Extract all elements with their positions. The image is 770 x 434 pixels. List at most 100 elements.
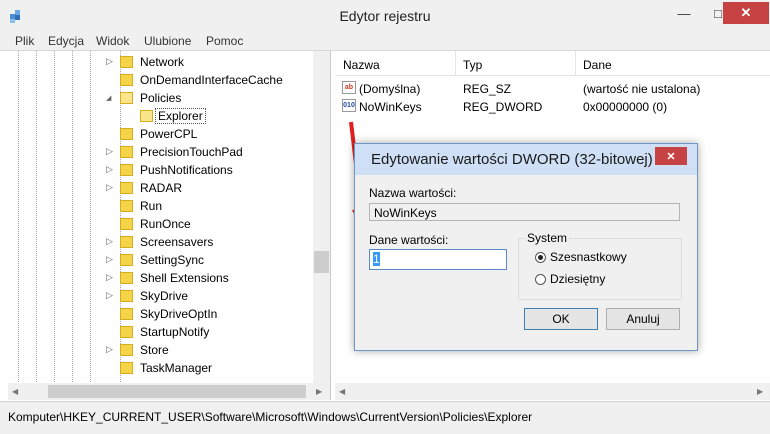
tree-item-ondemandinterfacecache[interactable]: OnDemandInterfaceCache xyxy=(8,71,314,89)
scroll-right-arrow-icon[interactable]: ▶ xyxy=(757,387,763,396)
column-header-data[interactable]: Dane xyxy=(583,58,612,72)
tree-item-label: OnDemandInterfaceCache xyxy=(140,73,283,87)
menu-file[interactable]: Plik xyxy=(15,34,34,48)
scrollbar-thumb[interactable] xyxy=(314,251,329,273)
folder-icon xyxy=(120,182,133,194)
tree-item-label: Network xyxy=(140,55,185,69)
folder-icon xyxy=(120,56,133,68)
folder-icon xyxy=(120,326,133,338)
decimal-radio[interactable] xyxy=(535,274,546,285)
tree-item-settingsync[interactable]: ▷ SettingSync xyxy=(8,251,314,269)
tree-item-policies[interactable]: ◢ Policies xyxy=(8,89,314,107)
folder-icon xyxy=(120,146,133,158)
expand-arrow-icon[interactable]: ▷ xyxy=(106,236,113,247)
hexadecimal-radio[interactable] xyxy=(535,252,546,263)
tree-item-skydrive[interactable]: ▷ SkyDrive xyxy=(8,287,314,305)
tree-item-label: RunOnce xyxy=(140,217,191,231)
menu-view[interactable]: Widok xyxy=(96,34,129,48)
tree-item-run[interactable]: Run xyxy=(8,197,314,215)
system-group-label: System xyxy=(525,231,570,245)
menu-favorites[interactable]: Ulubione xyxy=(144,34,191,48)
tree-item-label: SettingSync xyxy=(140,253,205,267)
scroll-left-arrow-icon[interactable]: ◀ xyxy=(12,387,18,396)
collapse-arrow-icon[interactable]: ◢ xyxy=(106,94,111,102)
tree-item-label: PowerCPL xyxy=(140,127,198,141)
folder-icon xyxy=(120,362,133,374)
tree-item-runonce[interactable]: RunOnce xyxy=(8,215,314,233)
value-data: (wartość nie ustalona) xyxy=(583,82,701,96)
tree-item-startupnotify[interactable]: StartupNotify xyxy=(8,323,314,341)
value-type: REG_SZ xyxy=(463,82,512,96)
menu-edit[interactable]: Edycja xyxy=(48,34,84,48)
column-divider[interactable] xyxy=(455,51,456,75)
status-bar: Komputer\HKEY_CURRENT_USER\Software\Micr… xyxy=(0,401,770,434)
column-header-name[interactable]: Nazwa xyxy=(343,58,380,72)
value-name: NoWinKeys xyxy=(359,100,422,114)
edit-dword-dialog: Edytowanie wartości DWORD (32-bitowej) ✕… xyxy=(354,143,698,351)
expand-arrow-icon[interactable]: ▷ xyxy=(106,290,113,301)
value-name: (Domyślna) xyxy=(359,82,421,96)
close-button[interactable]: ✕ xyxy=(723,2,769,24)
folder-icon xyxy=(120,272,133,284)
hexadecimal-label[interactable]: Szesnastkowy xyxy=(550,250,627,264)
tree-item-label: PushNotifications xyxy=(140,163,233,177)
ok-button[interactable]: OK xyxy=(524,308,598,330)
tree-item-precisiontouchpad[interactable]: ▷ PrecisionTouchPad xyxy=(8,143,314,161)
expand-arrow-icon[interactable]: ▷ xyxy=(106,146,113,157)
folder-icon xyxy=(120,128,133,140)
tree-item-store[interactable]: ▷ Store xyxy=(8,341,314,359)
column-divider[interactable] xyxy=(575,51,576,75)
expand-arrow-icon[interactable]: ▷ xyxy=(106,56,113,67)
menu-help[interactable]: Pomoc xyxy=(206,34,243,48)
tree-item-taskmanager[interactable]: TaskManager xyxy=(8,359,314,377)
folder-open-icon xyxy=(140,110,153,122)
tree-item-network[interactable]: ▷ Network xyxy=(8,53,314,71)
dialog-title-bar[interactable]: Edytowanie wartości DWORD (32-bitowej) ✕ xyxy=(355,144,697,175)
tree-item-label: PrecisionTouchPad xyxy=(140,145,243,159)
dialog-close-button[interactable]: ✕ xyxy=(655,147,687,165)
tree-item-label: Shell Extensions xyxy=(140,271,229,285)
value-data-input[interactable]: 1 xyxy=(369,249,507,270)
tree-item-explorer[interactable]: Explorer xyxy=(8,107,314,125)
tree-item-radar[interactable]: ▷ RADAR xyxy=(8,179,314,197)
list-row-default[interactable]: ab (Domyślna) REG_SZ (wartość nie ustalo… xyxy=(335,79,770,97)
tree-item-label: Policies xyxy=(140,91,182,105)
expand-arrow-icon[interactable]: ▷ xyxy=(106,164,113,175)
tree-item-shell-extensions[interactable]: ▷ Shell Extensions xyxy=(8,269,314,287)
column-header-type[interactable]: Typ xyxy=(463,58,482,72)
title-bar: Edytor rejestru — □ ✕ xyxy=(0,0,770,32)
registry-tree[interactable]: ▷ Network OnDemandInterfaceCache ◢ Polic… xyxy=(8,51,331,400)
window-title: Edytor rejestru xyxy=(339,8,431,24)
minimize-button[interactable]: — xyxy=(668,1,700,25)
decimal-label[interactable]: Dziesiętny xyxy=(550,272,605,286)
folder-open-icon xyxy=(120,92,133,104)
tree-item-label: TaskManager xyxy=(140,361,213,375)
expand-arrow-icon[interactable]: ▷ xyxy=(106,182,113,193)
tree-item-label: Store xyxy=(140,343,169,357)
tree-item-powercpl[interactable]: PowerCPL xyxy=(8,125,314,143)
folder-icon xyxy=(120,164,133,176)
scrollbar-thumb[interactable] xyxy=(48,385,306,398)
expand-arrow-icon[interactable]: ▷ xyxy=(106,344,113,355)
tree-item-skydriveoptin[interactable]: SkyDriveOptIn xyxy=(8,305,314,323)
list-header: Nazwa Typ Dane xyxy=(335,51,770,76)
tree-item-screensavers[interactable]: ▷ Screensavers xyxy=(8,233,314,251)
tree-vertical-scrollbar[interactable] xyxy=(313,51,330,383)
tree-item-label: SkyDriveOptIn xyxy=(140,307,218,321)
dialog-title: Edytowanie wartości DWORD (32-bitowej) xyxy=(371,151,653,168)
list-row-nowinkeys[interactable]: 010 NoWinKeys REG_DWORD 0x00000000 (0) xyxy=(335,97,770,115)
list-horizontal-scrollbar[interactable]: ◀ ▶ xyxy=(335,383,770,400)
tree-item-label: Run xyxy=(140,199,163,213)
folder-icon xyxy=(120,218,133,230)
scroll-left-arrow-icon[interactable]: ◀ xyxy=(339,387,345,396)
folder-icon xyxy=(120,200,133,212)
tree-horizontal-scrollbar[interactable]: ◀ ▶ xyxy=(8,383,330,400)
value-name-label: Nazwa wartości: xyxy=(369,186,457,200)
scroll-right-arrow-icon[interactable]: ▶ xyxy=(316,387,322,396)
tree-item-label: Explorer xyxy=(155,108,206,124)
folder-icon xyxy=(120,74,133,86)
expand-arrow-icon[interactable]: ▷ xyxy=(106,254,113,265)
expand-arrow-icon[interactable]: ▷ xyxy=(106,272,113,283)
tree-item-pushnotifications[interactable]: ▷ PushNotifications xyxy=(8,161,314,179)
cancel-button[interactable]: Anuluj xyxy=(606,308,680,330)
